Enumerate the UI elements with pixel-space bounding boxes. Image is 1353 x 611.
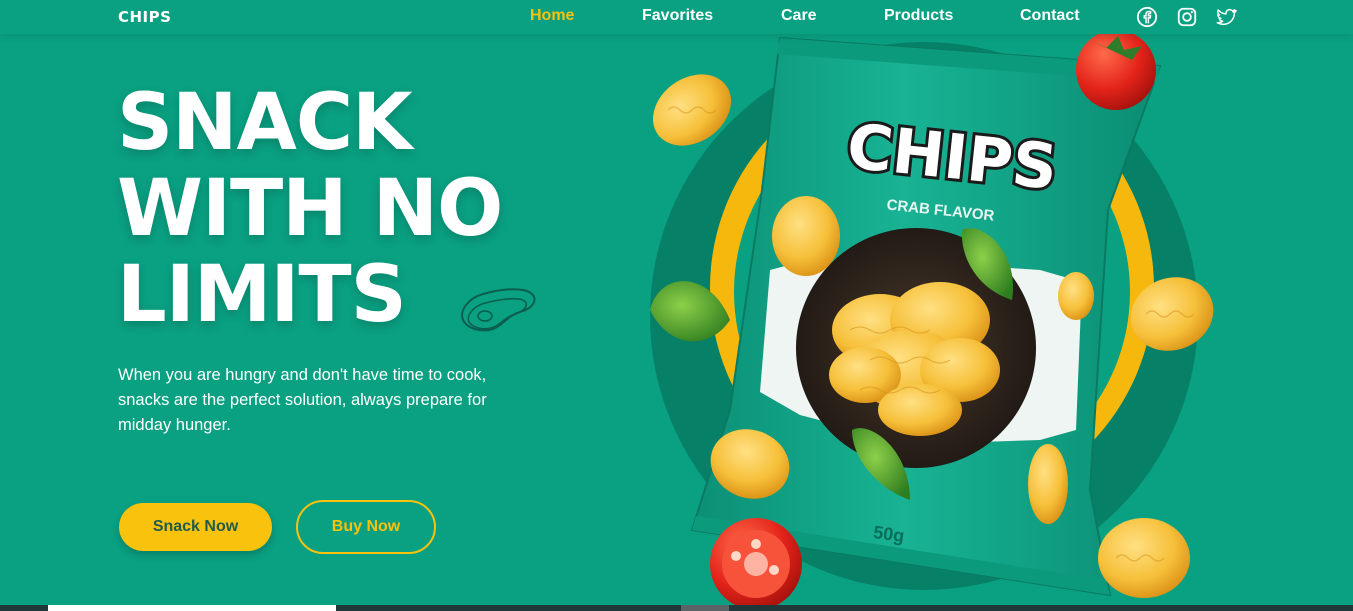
logo[interactable]: CHIPS [118, 8, 171, 26]
hero-description: When you are hungry and don't have time … [118, 366, 487, 434]
tomato-top [1076, 30, 1156, 110]
twitter-icon[interactable] [1215, 6, 1237, 28]
nav-products[interactable]: Products [884, 7, 953, 25]
bottom-bar [0, 605, 1353, 611]
instagram-icon[interactable] [1176, 6, 1198, 28]
nav-favorites[interactable]: Favorites [642, 7, 713, 25]
bag-weight: 50g [872, 522, 906, 546]
snack-now-button[interactable]: Snack Now [119, 503, 272, 551]
bottom-bar-segment [681, 605, 729, 611]
buy-now-button[interactable]: Buy Now [296, 500, 436, 554]
tomato-slice [710, 518, 802, 610]
hero-title-line: SNACK [117, 78, 413, 168]
site-header: CHIPS Home Favorites Care Products Conta… [0, 0, 1353, 34]
nav-home[interactable]: Home [530, 7, 574, 25]
hero-title-line: WITH NO [117, 164, 503, 254]
nav-contact[interactable]: Contact [1020, 7, 1080, 25]
product-illustration: CHIPS CRAB FLAVOR 50g [650, 30, 1214, 610]
nav-care[interactable]: Care [781, 7, 817, 25]
steak-icon [461, 288, 536, 332]
bottom-bar-segment [48, 605, 336, 611]
facebook-icon[interactable] [1136, 6, 1158, 28]
